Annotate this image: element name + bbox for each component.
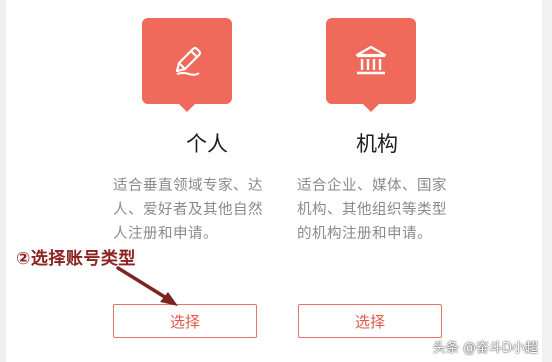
account-type-screen: 个人 适合垂直领域专家、达人、爱好者及其他自然人注册和申请。 选择 机构 适合企… (0, 0, 552, 362)
card-description-personal: 适合垂直领域专家、达人、爱好者及其他自然人注册和申请。 (113, 178, 263, 242)
annotation-label: ②选择账号类型 (16, 249, 136, 269)
left-edge (0, 0, 6, 362)
card-personal[interactable]: 个人 适合垂直领域专家、达人、爱好者及其他自然人注册和申请。 选择 (110, 0, 280, 362)
pencil-icon (142, 18, 232, 112)
select-institution-button[interactable]: 选择 (298, 304, 442, 338)
watermark: 头条 @奋斗D小超 (432, 341, 538, 356)
institution-icon (326, 18, 416, 112)
card-title-personal: 个人 (186, 132, 228, 156)
card-institution[interactable]: 机构 适合企业、媒体、国家机构、其他组织等类型的机构注册和申请。 选择 (295, 0, 465, 362)
select-personal-button[interactable]: 选择 (113, 304, 257, 338)
right-edge (542, 0, 552, 362)
card-description-institution: 适合企业、媒体、国家机构、其他组织等类型的机构注册和申请。 (297, 178, 447, 242)
card-title-institution: 机构 (356, 132, 398, 156)
